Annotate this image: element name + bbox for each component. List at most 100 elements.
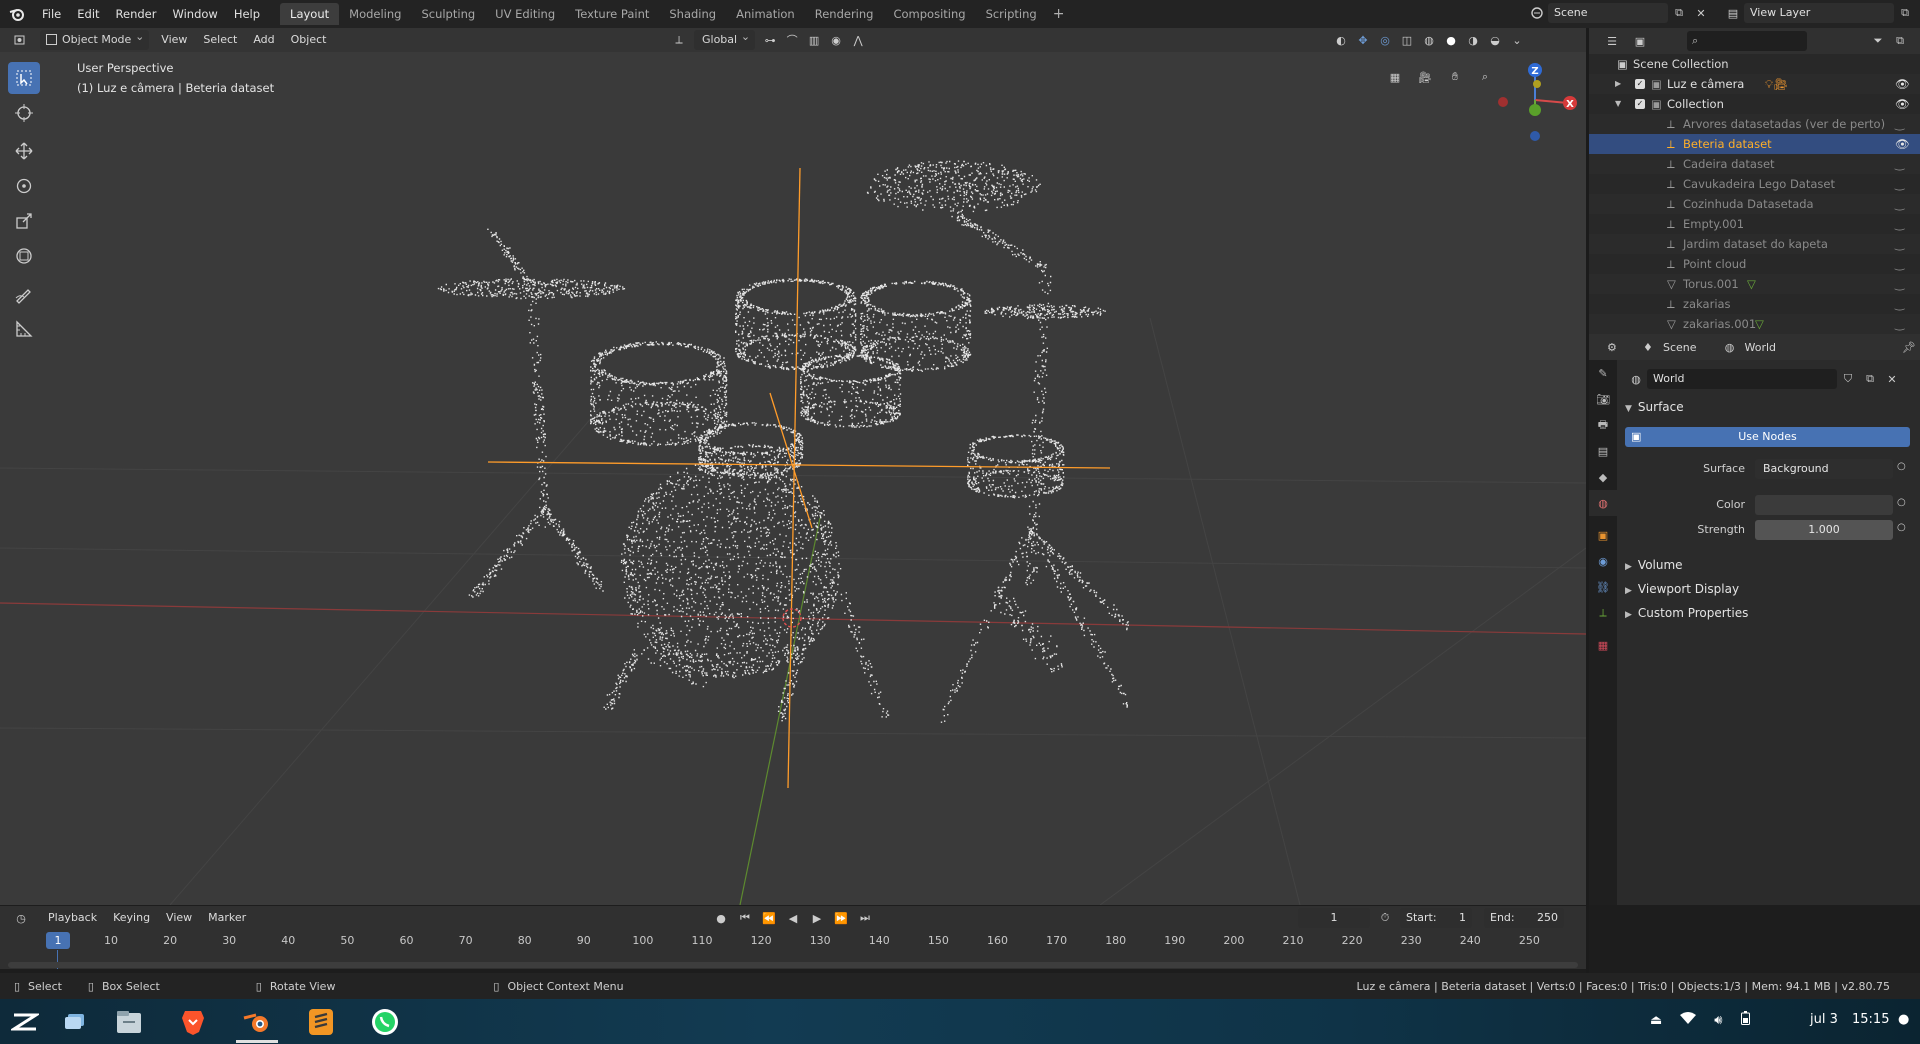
gizmo-center-handle[interactable] [1533,80,1541,88]
world-name-field[interactable]: World [1647,369,1837,389]
tab-scene-icon[interactable]: ◆ [1589,464,1617,490]
view-layer-icon[interactable]: ▤ [1722,3,1744,23]
remove-scene-icon[interactable]: ✕ [1690,3,1712,23]
shading-material-icon[interactable]: ◑ [1462,30,1484,50]
outliner-root-row[interactable]: ▣ Scene Collection [1589,54,1920,74]
outliner-item[interactable]: ▶ ✓ ▣ Luz e câmera 💡︎🎥︎ 👁︎ [1589,74,1920,94]
eye-closed-icon[interactable]: ‿ [1895,294,1904,314]
scale-tool[interactable] [8,205,40,237]
shading-rendered-icon[interactable]: ◒ [1484,30,1506,50]
next-keyframe-icon[interactable]: ⏩ [830,908,852,928]
shading-wireframe-icon[interactable]: ◍ [1418,30,1440,50]
breadcrumb-world[interactable]: World [1745,341,1777,354]
tab-compositing[interactable]: Compositing [883,3,975,25]
outliner-item[interactable]: ▼ ✓ ▣ Collection 👁︎ [1589,94,1920,114]
tab-tool-icon[interactable]: ✎ [1589,360,1617,386]
sublime-text-icon[interactable] [304,1005,338,1039]
viewport-display-panel-header[interactable]: ▶ Viewport Display [1625,578,1739,600]
gizmo-toggle-icon[interactable]: ✥ [1352,30,1374,50]
expand-right-icon[interactable]: ▶ [1615,74,1621,94]
timeline-menu-keying[interactable]: Keying [105,907,158,929]
color-link-icon[interactable]: ○ [1897,497,1906,508]
outliner-item[interactable]: ▽ zakarias.001 ▽ ‿ [1589,314,1920,334]
visibility-selectability-icon[interactable]: ◐ [1330,30,1352,50]
proportional-edit-icon[interactable]: ◉ [825,30,847,50]
eject-icon[interactable]: ⏏ [1650,1013,1662,1028]
gizmo-neg-x-handle[interactable] [1498,97,1508,107]
tab-scripting[interactable]: Scripting [976,3,1047,25]
prev-keyframe-icon[interactable]: ⏪ [758,908,780,928]
timeline-menu-marker[interactable]: Marker [200,907,254,929]
editor-type-icon[interactable] [10,30,32,50]
whatsapp-icon[interactable] [368,1005,402,1039]
filter-icon[interactable]: ⏷ [1867,31,1889,51]
snap-target-icon[interactable]: ▥ [803,30,825,50]
menu-edit[interactable]: Edit [69,3,107,25]
outliner-item[interactable]: ⟂ Cadeira dataset ‿ [1589,154,1920,174]
tab-output-icon[interactable]: 🖶︎ [1589,412,1617,438]
tab-modifiers-icon[interactable]: ◉ [1589,548,1617,574]
tab-uv-editing[interactable]: UV Editing [485,3,565,25]
outliner-item[interactable]: ⟂ Cavukadeira Lego Dataset ‿ [1589,174,1920,194]
volume-panel-header[interactable]: ▶ Volume [1625,554,1683,576]
files-app-icon[interactable] [112,1005,146,1039]
strength-field[interactable]: 1.000 [1755,520,1893,540]
tab-constraints-icon[interactable]: ⛓︎ [1589,574,1617,600]
outliner-item[interactable]: ⟂ Arvores datasetadas (ver de perto) ‿ [1589,114,1920,134]
tab-object-data-icon[interactable]: ⟂ [1589,600,1617,626]
surface-shader-dropdown[interactable]: Background [1755,459,1893,479]
volume-icon[interactable]: 🔊︎ [1714,1013,1722,1028]
xray-toggle-icon[interactable]: ◫ [1396,30,1418,50]
tab-layout[interactable]: Layout [280,3,340,25]
tab-sculpting[interactable]: Sculpting [411,3,485,25]
notification-dot-icon[interactable]: ● [1898,1012,1909,1027]
mode-dropdown[interactable]: Object Mode [40,28,150,50]
menu-file[interactable]: File [34,3,69,25]
tab-shading[interactable]: Shading [659,3,726,25]
blender-app-icon[interactable] [240,1005,274,1039]
properties-editor-type-icon[interactable]: ⚙ [1601,337,1623,357]
custom-properties-panel-header[interactable]: ▶ Custom Properties [1625,602,1748,624]
workspace-switcher-icon[interactable] [58,1005,92,1039]
eye-closed-icon[interactable]: ‿ [1895,274,1904,294]
menu-help[interactable]: Help [226,3,268,25]
duplicate-world-icon[interactable]: ⧉ [1859,369,1881,389]
shading-options-icon[interactable]: ⌄ [1506,30,1528,50]
viewport-menu-view[interactable]: View [153,29,195,51]
frame-ruler[interactable]: 1 10 20 30 40 50 60 70 80 90 100 110 120 130 140 150 16… [0,930,1586,952]
playhead[interactable]: 1 [46,932,70,949]
tab-modeling[interactable]: Modeling [339,3,411,25]
timeline-editor-type-icon[interactable]: ◷ [10,908,32,928]
unlink-world-icon[interactable]: ✕ [1881,369,1903,389]
navigation-gizmo[interactable]: Z X [1490,58,1586,178]
strength-link-icon[interactable]: ○ [1897,522,1906,533]
move-tool[interactable] [8,135,40,167]
view-layer-field[interactable]: View Layer [1744,3,1894,23]
exclude-checkbox[interactable]: ✓ [1635,99,1645,109]
rotate-tool[interactable] [8,170,40,202]
scene-name-field[interactable]: Scene [1548,3,1668,23]
current-frame-field[interactable]: 1 [1298,908,1370,928]
blender-logo-icon[interactable] [6,3,28,25]
jump-end-icon[interactable]: ⏭ [854,908,876,928]
exclude-checkbox[interactable]: ✓ [1635,79,1645,89]
start-frame-field[interactable]: Start: 1 [1400,908,1472,928]
pan-view-hand-icon[interactable]: ✋︎ [1442,64,1468,90]
transform-tool[interactable] [8,240,40,272]
clock-time[interactable]: 15:15 [1852,1012,1889,1027]
surface-link-icon[interactable]: ○ [1897,461,1906,472]
shading-solid-icon[interactable]: ● [1440,30,1462,50]
world-browse-icon[interactable]: ◍ [1625,369,1647,389]
toggle-perspective-icon[interactable]: ▦ [1382,64,1408,90]
falloff-icon[interactable]: ⋀ [847,30,869,50]
timeline-menu-playback[interactable]: Playback [40,907,105,929]
surface-panel-header[interactable]: ▼ Surface [1625,396,1684,418]
viewport-menu-add[interactable]: Add [245,29,282,51]
outliner-item[interactable]: ⟂ Beteria dataset 👁︎ [1589,134,1920,154]
outliner-item[interactable]: ⟂ Empty.001 ‿ [1589,214,1920,234]
eye-closed-icon[interactable]: ‿ [1895,174,1904,194]
camera-view-icon[interactable]: 🎥︎ [1412,64,1438,90]
eye-icon[interactable]: 👁︎ [1895,134,1910,154]
add-workspace-button[interactable]: + [1047,3,1071,25]
scene-selector-icon[interactable] [1526,3,1548,23]
